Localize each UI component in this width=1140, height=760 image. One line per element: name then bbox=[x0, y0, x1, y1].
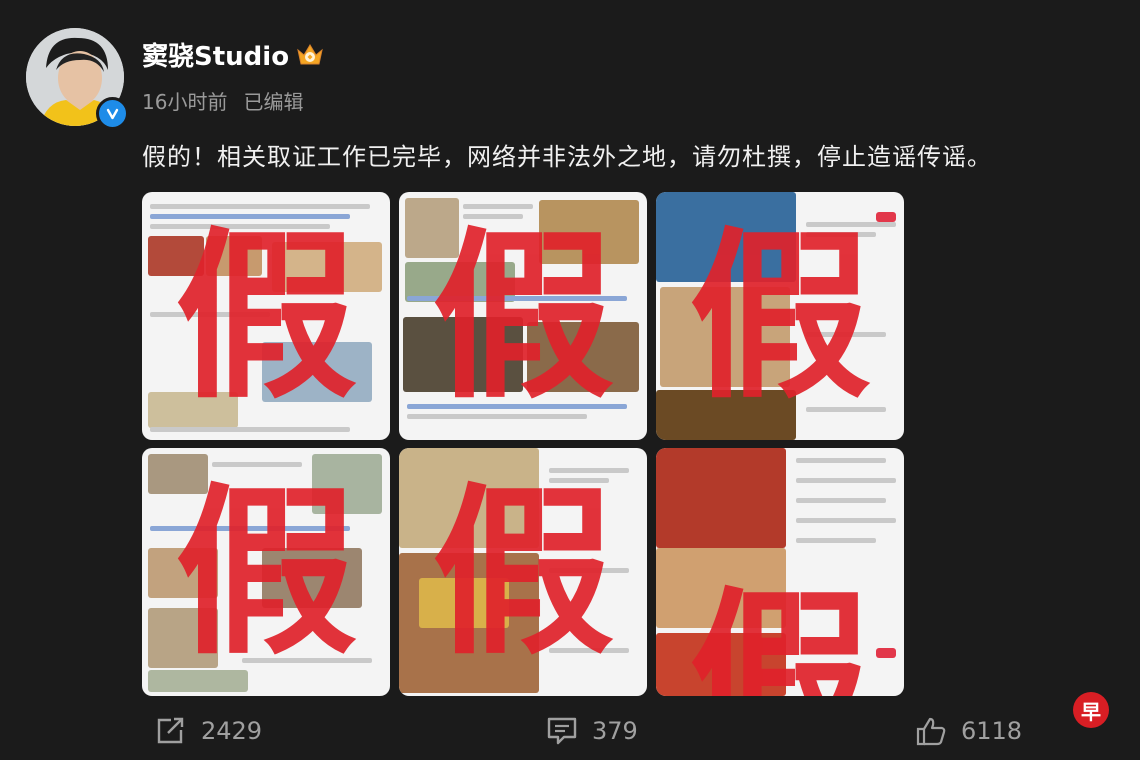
fake-stamp: 假 bbox=[175, 209, 357, 423]
comment-icon bbox=[547, 717, 577, 745]
image-grid: 假 假 假 假 假 假 bbox=[142, 192, 904, 696]
post-header: 窦骁Studio bbox=[142, 36, 325, 73]
crown-icon bbox=[295, 42, 325, 68]
post-meta: 16小时前 已编辑 bbox=[142, 86, 303, 115]
post-time[interactable]: 16小时前 bbox=[142, 86, 227, 115]
like-count: 6118 bbox=[961, 717, 1023, 745]
fake-stamp: 假 bbox=[432, 465, 614, 679]
like-icon bbox=[916, 717, 946, 746]
comment-button[interactable]: 379 bbox=[546, 716, 638, 746]
share-icon bbox=[157, 717, 184, 744]
username[interactable]: 窦骁Studio bbox=[142, 36, 289, 73]
post-image-5[interactable]: 假 bbox=[399, 448, 647, 696]
zaobao-logo: 早 bbox=[1073, 692, 1109, 728]
comment-count: 379 bbox=[592, 717, 638, 745]
post-image-1[interactable]: 假 bbox=[142, 192, 390, 440]
post-image-3[interactable]: 假 bbox=[656, 192, 904, 440]
fake-stamp: 假 bbox=[432, 209, 614, 423]
share-count: 2429 bbox=[201, 717, 263, 745]
like-button[interactable]: 6118 bbox=[915, 716, 1022, 746]
edited-label[interactable]: 已编辑 bbox=[243, 86, 303, 115]
share-button[interactable]: 2429 bbox=[155, 716, 262, 746]
action-bar: 2429 379 6118 bbox=[0, 712, 1140, 756]
post-image-4[interactable]: 假 bbox=[142, 448, 390, 696]
verified-icon bbox=[96, 97, 129, 130]
fake-stamp: 假 bbox=[689, 209, 871, 423]
fake-stamp: 假 bbox=[689, 569, 871, 696]
post-image-6[interactable]: 假 bbox=[656, 448, 904, 696]
post-image-2[interactable]: 假 bbox=[399, 192, 647, 440]
post-text: 假的！相关取证工作已完毕，网络并非法外之地，请勿杜撰，停止造谣传谣。 bbox=[142, 143, 992, 171]
fake-stamp: 假 bbox=[175, 465, 357, 679]
